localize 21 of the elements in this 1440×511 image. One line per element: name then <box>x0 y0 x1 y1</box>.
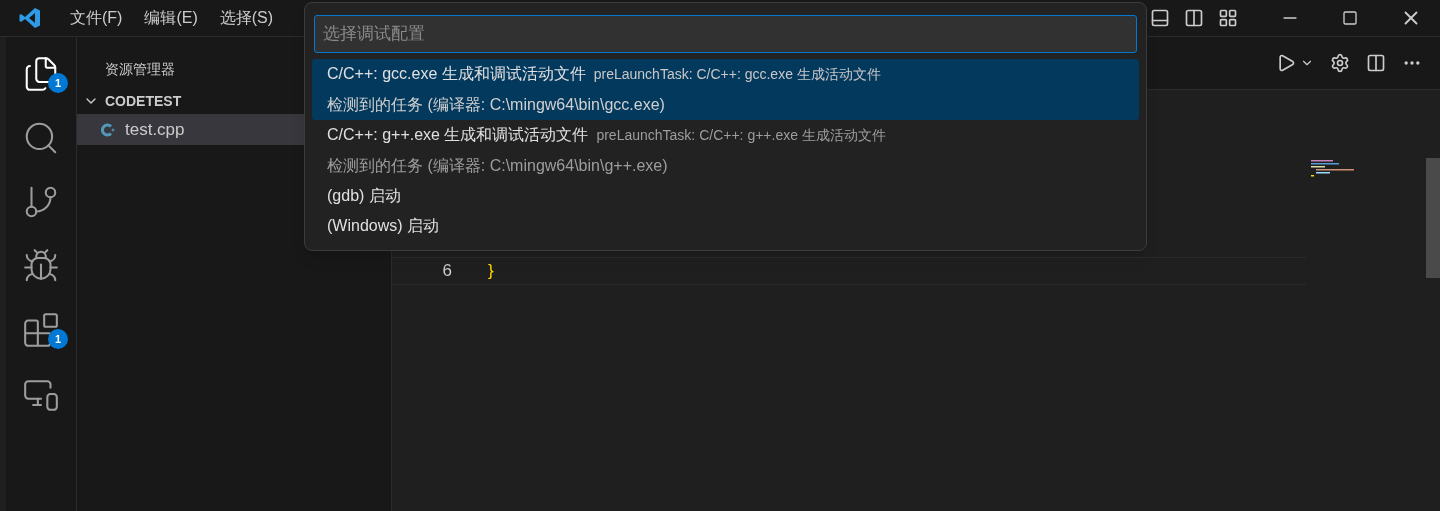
menu-item[interactable]: 文件(F) <box>60 6 133 30</box>
item-label: C/C++: gcc.exe 生成和调试活动文件 <box>327 64 586 84</box>
search-field[interactable]: 选择调试配置 <box>314 15 1137 53</box>
menu-item[interactable]: 编辑(E) <box>134 6 208 30</box>
line-number: 6 <box>441 260 452 283</box>
code-text: } <box>488 260 494 283</box>
badge: 1 <box>48 329 68 349</box>
item-label: (Windows) 启动 <box>327 216 439 236</box>
quick-pick-item[interactable]: (Windows) 启动 <box>312 211 1139 241</box>
quick-pick-item[interactable]: (gdb) 启动 <box>312 181 1139 211</box>
file-name: test.cpp <box>125 118 185 141</box>
item-detail: 检测到的任务 (编译器: C:\mingw64\bin\gcc.exe) <box>327 95 666 115</box>
item-detail: 检测到的任务 (编译器: C:\mingw64\bin\g++.exe) <box>327 156 669 176</box>
item-label: (gdb) 启动 <box>327 186 401 206</box>
folder-name: CODETEST <box>105 91 182 111</box>
item-description: preLaunchTask: C/C++: g++.exe 生成活动文件 <box>596 126 886 145</box>
badge: 1 <box>48 73 68 93</box>
quick-pick-item[interactable]: C/C++: gcc.exe 生成和调试活动文件 preLaunchTask: C/C++: gcc.exe 生成活动文件 检测到的任务 (编译器: C:\mingw64\bin\gcc.exe) <box>312 59 1139 120</box>
sidebar-title: 资源管理器 <box>105 60 175 79</box>
menu-item[interactable]: 选择(S) <box>209 6 284 30</box>
item-description: preLaunchTask: C/C++: gcc.exe 生成活动文件 <box>593 65 881 84</box>
